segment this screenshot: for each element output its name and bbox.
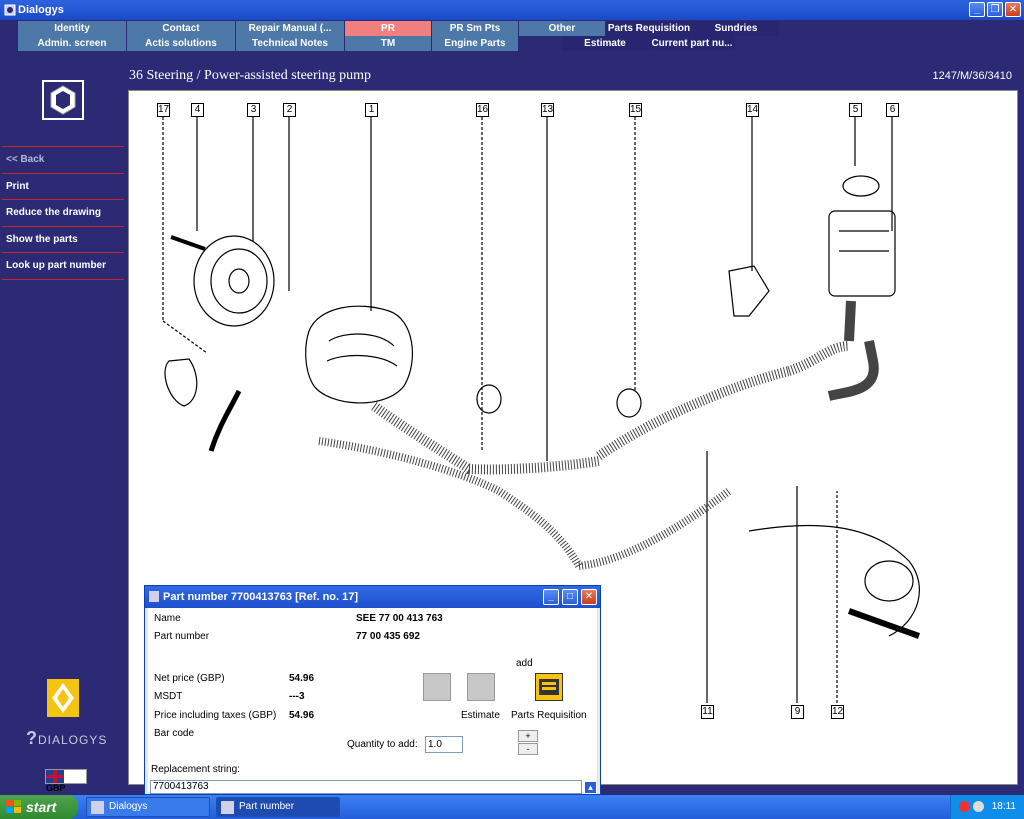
clock: 18:11 [991,801,1016,812]
name-label: Name [154,613,181,624]
dialog-body: Name SEE 77 00 413 763 Part number 77 00… [148,608,597,794]
callout-17[interactable]: 17 [157,103,170,117]
quantity-increment-button[interactable]: + [518,730,538,742]
window-title: Dialogys [18,4,64,16]
add-label: add [516,658,533,669]
dialog-minimize-button[interactable]: _ [543,589,559,605]
menu-item-repair-manual[interactable]: Repair Manual (... [236,21,345,36]
menu-item-actis-solutions[interactable]: Actis solutions [127,36,236,51]
replacement-dropdown-button[interactable]: ▲ [584,781,597,794]
sidebar-divider [2,278,124,280]
disabled-part-icon [423,673,451,701]
dialog-close-button[interactable]: ✕ [581,589,597,605]
parts-requisition-icon[interactable] [535,673,563,701]
part-number-dialog: Part number 7700413763 [Ref. no. 17] _ □… [144,585,601,795]
uk-flag-icon [46,770,64,783]
sidebar-item-look-up-part-number[interactable]: Look up part number [2,252,124,277]
msdt-label: MSDT [154,691,183,702]
menu-item-pr[interactable]: PR [345,21,432,36]
taskbar-item-0[interactable]: Dialogys [86,797,210,817]
gbp-currency-flag[interactable]: GBP [45,769,87,793]
menu-item-current-part-nu[interactable]: Current part nu... [649,36,736,51]
dialog-maximize-button[interactable]: □ [562,589,578,605]
security-alert-icon[interactable] [959,801,970,812]
taskbar-item-label: Dialogys [109,801,148,812]
taskbar: start Dialogys Part number 7700413... 18:… [0,795,1024,819]
task-app-icon [221,801,234,814]
restore-button[interactable]: ❐ [987,2,1003,17]
menu-item-technical-notes[interactable]: Technical Notes [236,36,345,51]
dialogys-app-icon [4,4,16,16]
sidebar-item-print[interactable]: Print [2,172,124,198]
sidebar: << Back Print Reduce the drawing Show the p… [0,60,128,793]
callout-3[interactable]: 3 [247,103,260,117]
menu-item-pr-sm-pts[interactable]: PR Sm Pts [432,21,519,36]
drawing-reference: 1247/M/36/3410 [932,70,1012,82]
menu-item-admin-screen[interactable]: Admin. screen [18,36,127,51]
parts-requisition-label: Parts Requisition [511,710,587,721]
quantity-label: Quantity to add: [347,739,418,750]
task-app-icon [91,801,104,814]
callout-2[interactable]: 2 [283,103,296,117]
renault-logo-icon [47,679,79,717]
net-price-label: Net price (GBP) [154,673,225,684]
taskbar-item-1[interactable]: Part number 7700413... [216,797,340,817]
callout-15[interactable]: 15 [629,103,642,117]
quantity-input[interactable]: 1.0 [425,736,463,753]
price-incl-taxes-label: Price including taxes (GBP) [154,710,277,721]
estimate-label: Estimate [461,710,500,721]
sidebar-item-show-the-parts[interactable]: Show the parts [2,225,124,251]
menu-item-contact[interactable]: Contact [127,21,236,36]
page-title: 36 Steering / Power-assisted steering pu… [129,68,371,83]
part-number-label: Part number [154,631,210,642]
quantity-decrement-button[interactable]: - [518,743,538,755]
estimate-icon[interactable] [467,673,495,701]
minimize-button[interactable]: _ [969,2,985,17]
taskbar-item-label: Part number 7700413... [239,801,295,812]
callout-5[interactable]: 5 [849,103,862,117]
callout-14[interactable]: 14 [746,103,759,117]
sidebar-item-reduce-the-drawing[interactable]: Reduce the drawing [2,199,124,224]
close-button[interactable]: ✕ [1005,2,1021,17]
volume-icon[interactable] [973,801,984,812]
msdt-value: ---3 [289,691,305,702]
callout-1[interactable]: 1 [365,103,378,117]
callout-13[interactable]: 13 [541,103,554,117]
dialog-app-icon [149,591,159,602]
menu-item-parts-requisition[interactable]: Parts Requisition [606,21,693,36]
replacement-string-label: Replacement string: [151,764,240,775]
callout-11[interactable]: 11 [701,705,714,719]
replacement-string-field[interactable]: 7700413763 [150,780,582,794]
menu-item-tm[interactable]: TM [345,36,432,51]
menu-item-engine-parts[interactable]: Engine Parts [432,36,519,51]
bar-code-label: Bar code [154,728,195,739]
start-button[interactable]: start [0,795,78,819]
net-price-value: 54.96 [289,673,315,684]
dialog-title-bar: Part number 7700413763 [Ref. no. 17] _ □… [145,586,600,608]
callout-9[interactable]: 9 [791,705,804,719]
sidebar-item-back[interactable]: << Back [2,146,124,171]
menu-item-sundries[interactable]: Sundries [693,21,780,36]
callout-12[interactable]: 12 [831,705,844,719]
callout-4[interactable]: 4 [191,103,204,117]
windows-logo-icon [6,800,21,813]
system-tray: 18:11 [950,795,1024,819]
part-number-value: 77 00 435 692 [356,631,420,642]
dialog-title: Part number 7700413763 [Ref. no. 17] [163,591,359,603]
hex-nut-icon[interactable] [42,80,84,120]
callout-16[interactable]: 16 [476,103,489,117]
window-title-bar: Dialogys _ ❐ ✕ [0,0,1024,20]
price-incl-taxes-value: 54.96 [289,710,315,721]
menu-item-identity[interactable]: Identity [18,21,127,36]
dialogys-brand: ?DIALOGYS [26,728,108,748]
menu-item-estimate[interactable]: Estimate [562,36,649,51]
menu-item-other[interactable]: Other [519,21,606,36]
name-value: SEE 77 00 413 763 [356,613,443,624]
callout-6[interactable]: 6 [886,103,899,117]
